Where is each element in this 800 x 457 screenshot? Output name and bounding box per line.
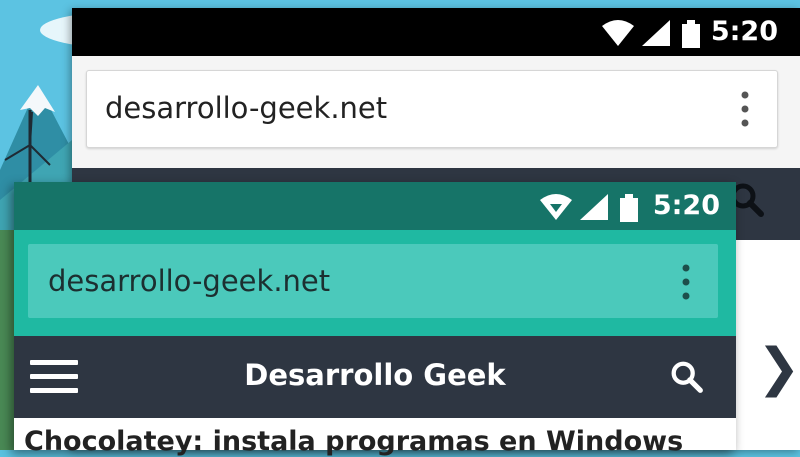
battery-icon [620,198,638,222]
url-text: desarrollo-geek.net [105,91,388,125]
back-status-icons [602,20,700,48]
chevron-right-icon[interactable]: ❯ [757,338,800,398]
back-address-bar[interactable]: desarrollo-geek.net [86,70,778,148]
front-browser-window: 5:20 desarrollo-geek.net Desarrollo Geek… [14,182,736,457]
signal-icon [642,20,670,46]
front-toolbar: desarrollo-geek.net [14,230,736,336]
battery-icon [682,24,700,48]
front-address-bar[interactable]: desarrollo-geek.net [28,244,718,318]
front-status-bar: 5:20 [14,182,736,230]
overflow-menu-icon[interactable] [682,264,690,300]
search-icon[interactable] [668,358,706,396]
overflow-menu-icon[interactable] [741,91,749,127]
article-title[interactable]: Chocolatey: instala programas en Windows [24,426,736,457]
site-title[interactable]: Desarrollo Geek [14,358,736,392]
url-text: desarrollo-geek.net [48,264,331,298]
back-toolbar: desarrollo-geek.net [72,56,800,168]
site-navbar: Desarrollo Geek [14,336,736,418]
back-status-bar: 5:20 [72,8,800,56]
signal-icon [580,194,608,220]
status-time: 5:20 [710,16,778,47]
front-status-icons [540,194,638,222]
status-time: 5:20 [652,190,720,221]
wifi-icon [602,20,634,46]
